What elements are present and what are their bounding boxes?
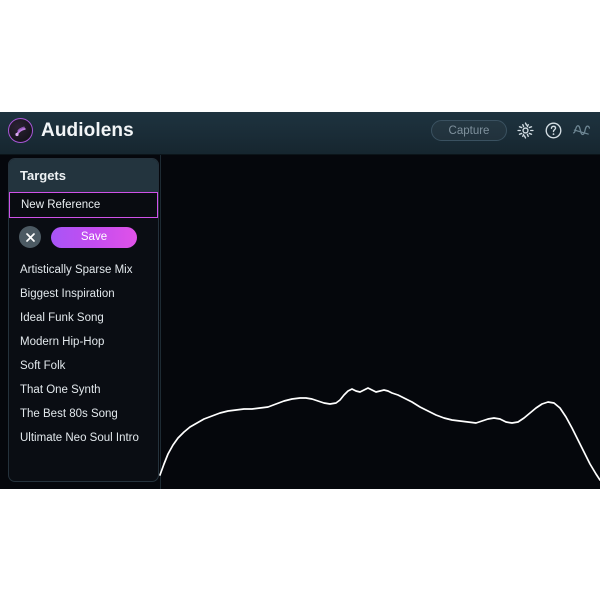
targets-list: Artistically Sparse Mix Biggest Inspirati…	[9, 256, 158, 450]
target-item-label: Artistically Sparse Mix	[20, 264, 133, 276]
target-list-item[interactable]: That One Synth	[9, 378, 158, 402]
header-controls: Capture	[431, 120, 591, 141]
target-item-label: The Best 80s Song	[20, 408, 118, 420]
target-edit-actions: Save	[9, 218, 158, 256]
targets-panel-header: Targets	[9, 159, 158, 192]
target-list-item[interactable]: Ideal Funk Song	[9, 306, 158, 330]
help-question-icon[interactable]	[544, 121, 563, 140]
app-title: Audiolens	[41, 120, 134, 141]
target-item-label: That One Synth	[20, 384, 101, 396]
cancel-button[interactable]	[19, 226, 41, 248]
spectrum-curve-line	[159, 387, 600, 481]
target-item-label: Modern Hip-Hop	[20, 336, 105, 348]
targets-title: Targets	[20, 168, 66, 183]
close-x-icon	[25, 232, 35, 242]
target-list-item[interactable]: Soft Folk	[9, 354, 158, 378]
app-titlebar: Audiolens Capture	[0, 112, 600, 155]
waveform-squiggle-icon[interactable]	[572, 121, 591, 140]
target-list-item[interactable]: Modern Hip-Hop	[9, 330, 158, 354]
gear-icon[interactable]	[516, 121, 535, 140]
target-list-item[interactable]: Artistically Sparse Mix	[9, 258, 158, 282]
target-list-item[interactable]: The Best 80s Song	[9, 402, 158, 426]
target-list-item[interactable]: Biggest Inspiration	[9, 282, 158, 306]
audiolens-logo-icon	[8, 118, 33, 143]
audiolens-window: Audiolens Capture Targets New Reference …	[0, 112, 600, 489]
save-button[interactable]: Save	[51, 226, 137, 248]
targets-panel: Targets Save Artistically Sparse Mix Bigg…	[8, 158, 159, 482]
target-list-item[interactable]: Ultimate Neo Soul Intro	[9, 426, 158, 450]
brand-area: Audiolens	[8, 118, 134, 143]
target-item-label: Ideal Funk Song	[20, 312, 104, 324]
target-item-label: Soft Folk	[20, 360, 66, 372]
target-item-label: Ultimate Neo Soul Intro	[20, 432, 139, 444]
target-item-label: Biggest Inspiration	[20, 288, 115, 300]
new-reference-input[interactable]	[9, 192, 158, 218]
capture-button[interactable]: Capture	[431, 120, 507, 141]
